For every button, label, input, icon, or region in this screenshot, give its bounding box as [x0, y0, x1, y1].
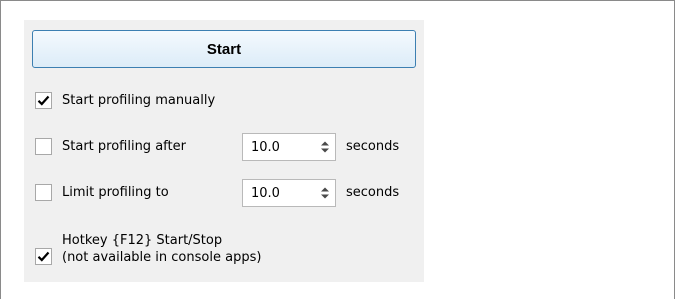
start-manually-checkbox[interactable] — [35, 92, 52, 109]
start-after-checkbox[interactable] — [35, 138, 52, 155]
start-after-row: Start profiling after — [35, 138, 186, 155]
checkmark-icon — [37, 251, 50, 262]
limit-to-unit: seconds — [346, 185, 400, 200]
limit-to-value[interactable]: 10.0 — [243, 186, 315, 201]
spinner-arrows-icon[interactable] — [315, 180, 335, 206]
hotkey-label-line2: (not available in console apps) — [62, 250, 262, 265]
limit-to-spinbox[interactable]: 10.0 — [242, 179, 336, 207]
hotkey-label: Hotkey {F12} Start/Stop (not available i… — [62, 232, 261, 266]
start-manually-row: Start profiling manually — [35, 92, 215, 109]
start-manually-label: Start profiling manually — [62, 93, 216, 108]
start-after-unit: seconds — [346, 139, 400, 154]
start-after-value[interactable]: 10.0 — [243, 140, 315, 155]
hotkey-row: Hotkey {F12} Start/Stop (not available i… — [35, 232, 261, 266]
checkmark-icon — [37, 95, 50, 106]
limit-to-checkbox[interactable] — [35, 184, 52, 201]
hotkey-label-line1: Hotkey {F12} Start/Stop — [62, 233, 223, 248]
start-button[interactable]: Start — [32, 30, 416, 68]
start-after-label: Start profiling after — [62, 139, 186, 154]
start-after-spinbox[interactable]: 10.0 — [242, 133, 336, 161]
hotkey-checkbox[interactable] — [35, 247, 52, 265]
limit-to-label: Limit profiling to — [62, 185, 169, 200]
spinner-arrows-icon[interactable] — [315, 134, 335, 160]
limit-to-row: Limit profiling to — [35, 184, 169, 201]
